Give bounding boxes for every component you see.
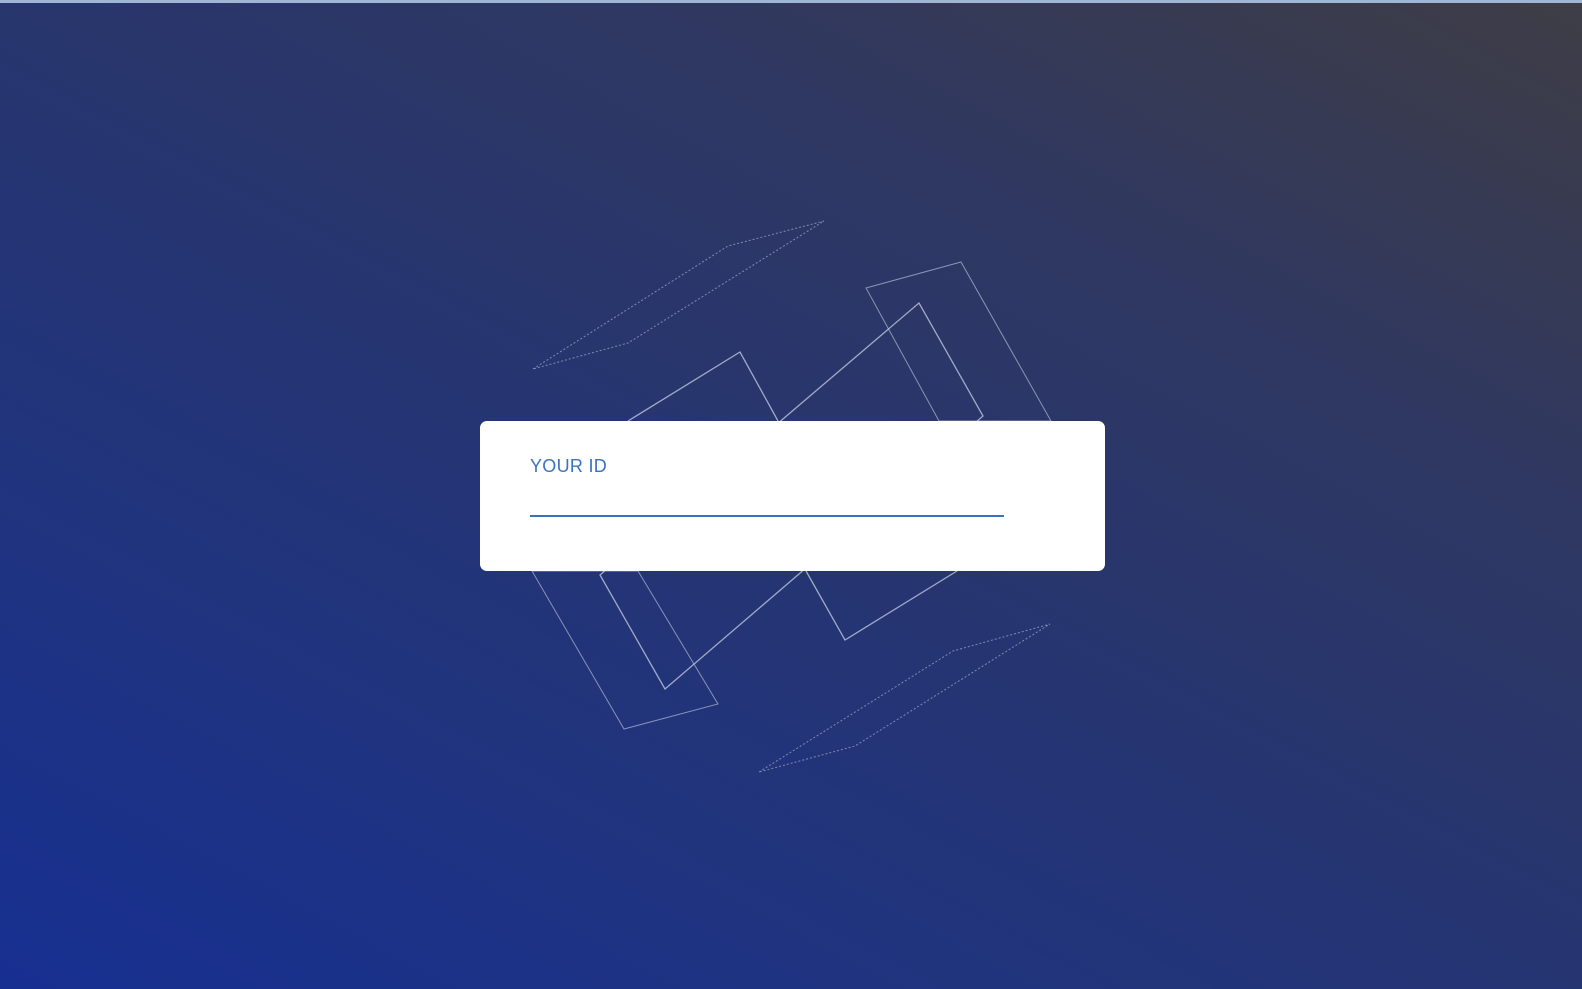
solid-shape-lower-right (805, 570, 958, 641)
thin-parallelogram-right (865, 261, 1052, 422)
thin-parallelogram-left (531, 570, 719, 730)
dotted-parallelogram-upper (532, 220, 825, 370)
id-field-label: YOUR ID (530, 456, 608, 476)
login-card: YOUR ID (480, 421, 1105, 571)
dotted-parallelogram-lower (758, 623, 1051, 773)
id-input[interactable] (530, 483, 1004, 517)
solid-shape-upper-left (627, 351, 779, 422)
